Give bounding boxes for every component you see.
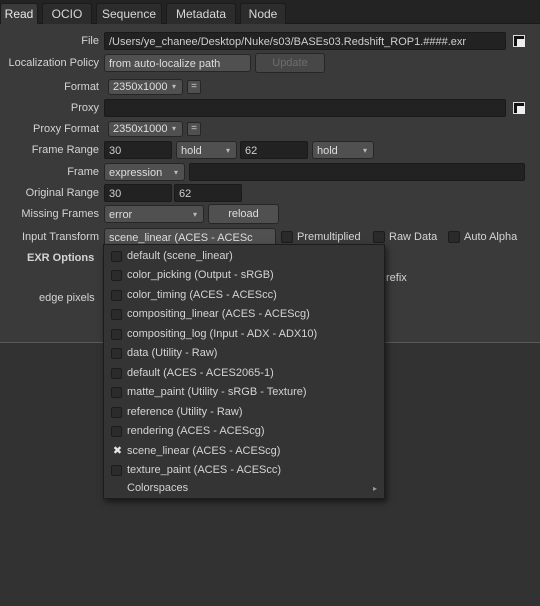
colorspace-menu-item-label: compositing_log (Input - ADX - ADX10) bbox=[127, 327, 318, 340]
file-path-field[interactable]: /Users/ye_chanee/Desktop/Nuke/s03/BASEs0… bbox=[104, 32, 506, 50]
colorspace-menu-item-label: default (ACES - ACES2065-1) bbox=[127, 366, 274, 379]
original-start-field[interactable]: 30 bbox=[104, 184, 172, 202]
localization-policy-value: from auto-localize path bbox=[109, 58, 221, 70]
menu-item-checkbox bbox=[111, 251, 122, 262]
menu-item-checkbox bbox=[111, 464, 122, 476]
original-end-field[interactable]: 62 bbox=[174, 184, 242, 202]
frame-start-mode-dropdown[interactable]: hold ▾ bbox=[176, 141, 237, 159]
update-button[interactable]: Update bbox=[255, 53, 325, 73]
chevron-down-icon: ▾ bbox=[192, 210, 197, 219]
frame-mode-value: expression bbox=[109, 167, 163, 179]
colorspace-menu-item-label: color_picking (Output - sRGB) bbox=[127, 269, 274, 282]
chevron-right-icon: ▸ bbox=[372, 484, 377, 493]
colorspace-menu-item[interactable]: matte_paint (Utility - sRGB - Texture) bbox=[104, 383, 384, 402]
frame-mode-dropdown[interactable]: expression ▾ bbox=[104, 163, 185, 181]
menu-item-checkbox bbox=[111, 289, 122, 301]
menu-item-checkbox bbox=[111, 426, 122, 438]
chevron-down-icon: ▾ bbox=[171, 124, 176, 133]
tab-node[interactable]: Node bbox=[240, 3, 286, 24]
colorspace-menu-item[interactable]: rendering (ACES - ACEScg) bbox=[104, 422, 384, 441]
format-edit-button[interactable]: = bbox=[187, 80, 201, 94]
colorspace-menu-item-label: color_timing (ACES - ACEScc) bbox=[127, 288, 277, 301]
missing-frames-value: error bbox=[109, 209, 133, 221]
exr-options-heading: EXR Options bbox=[27, 252, 95, 264]
auto-alpha-checkbox[interactable] bbox=[448, 231, 460, 243]
missing-frames-dropdown[interactable]: error ▾ bbox=[104, 205, 204, 223]
proxy-format-dropdown[interactable]: 2350x1000 ▾ bbox=[108, 121, 183, 137]
menu-item-checkbox bbox=[111, 387, 122, 399]
prefix-label: refix bbox=[386, 272, 407, 284]
frame-expression-field[interactable] bbox=[189, 163, 525, 181]
chevron-down-icon: ▾ bbox=[362, 146, 367, 155]
colorspace-menu-item[interactable]: compositing_linear (ACES - ACEScg) bbox=[104, 305, 384, 324]
colorspace-menu-item-label: matte_paint (Utility - sRGB - Texture) bbox=[127, 386, 307, 399]
colorspace-menu-item-label: default (scene_linear) bbox=[127, 250, 233, 262]
frame-start-field[interactable]: 30 bbox=[104, 141, 172, 159]
colorspace-menu-item[interactable]: ✖ scene_linear (ACES - ACEScg) bbox=[104, 442, 384, 461]
format-label: Format bbox=[64, 81, 99, 93]
colorspace-menu-item[interactable]: texture_paint (ACES - ACEScc) bbox=[104, 461, 384, 480]
tab-read[interactable]: Read bbox=[0, 3, 38, 24]
input-transform-value: scene_linear (ACES - ACESc bbox=[109, 232, 253, 244]
colorspace-menu-item[interactable]: compositing_log (Input - ADX - ADX10) bbox=[104, 325, 384, 344]
frame-end-mode-dropdown[interactable]: hold ▾ bbox=[312, 141, 374, 159]
frame-start-mode-value: hold bbox=[181, 145, 202, 157]
colorspace-menu-item-label: texture_paint (ACES - ACEScc) bbox=[127, 463, 282, 476]
missing-frames-label: Missing Frames bbox=[21, 208, 99, 220]
input-transform-label: Input Transform bbox=[21, 231, 99, 243]
frame-label: Frame bbox=[67, 166, 99, 178]
original-range-label: Original Range bbox=[25, 187, 99, 199]
tab-ocio[interactable]: OCIO bbox=[42, 3, 92, 24]
colorspace-menu-item-label: reference (Utility - Raw) bbox=[127, 405, 243, 418]
tab-bar: Read OCIO Sequence Metadata Node bbox=[0, 0, 540, 24]
tab-metadata[interactable]: Metadata bbox=[166, 3, 236, 24]
frame-range-label: Frame Range bbox=[31, 144, 99, 156]
menu-item-checkbox bbox=[111, 309, 122, 321]
colorspace-menu-item-label: scene_linear (ACES - ACEScg) bbox=[127, 444, 281, 457]
checkmark-icon: ✖ bbox=[112, 444, 123, 457]
colorspaces-label: Colorspaces bbox=[127, 482, 189, 494]
proxy-format-label: Proxy Format bbox=[32, 123, 99, 135]
localization-policy-label: Localization Policy bbox=[8, 57, 100, 69]
proxy-format-edit-button[interactable]: = bbox=[187, 122, 201, 136]
colorspace-menu-item[interactable]: reference (Utility - Raw) bbox=[104, 403, 384, 422]
colorspace-menu-item[interactable]: color_picking (Output - sRGB) bbox=[104, 266, 384, 285]
raw-data-label: Raw Data bbox=[389, 231, 438, 243]
format-dropdown[interactable]: 2350x1000 ▾ bbox=[108, 79, 183, 95]
menu-item-checkbox bbox=[111, 348, 122, 360]
menu-item-checkbox bbox=[111, 367, 122, 379]
colorspace-menu-item-label: data (Utility - Raw) bbox=[127, 347, 218, 360]
proxy-label: Proxy bbox=[70, 102, 99, 114]
menu-item-checkbox bbox=[111, 406, 122, 418]
menu-item-checkbox bbox=[111, 270, 122, 282]
folder-icon[interactable] bbox=[513, 35, 525, 47]
menu-item-checkbox bbox=[111, 328, 122, 340]
frame-end-mode-value: hold bbox=[317, 145, 338, 157]
colorspace-menu-item[interactable]: data (Utility - Raw) bbox=[104, 344, 384, 363]
colorspace-menu-item[interactable]: default (ACES - ACES2065-1) bbox=[104, 364, 384, 383]
frame-end-field[interactable]: 62 bbox=[240, 141, 308, 159]
proxy-path-field[interactable] bbox=[104, 99, 506, 117]
colorspace-menu-item-label: compositing_linear (ACES - ACEScg) bbox=[127, 308, 310, 321]
file-label: File bbox=[81, 35, 99, 47]
colorspaces-submenu-item[interactable]: Colorspaces ▸ bbox=[104, 479, 384, 498]
reload-button[interactable]: reload bbox=[208, 204, 279, 224]
colorspace-menu-item[interactable]: default (scene_linear) bbox=[104, 247, 384, 266]
tab-sequence[interactable]: Sequence bbox=[96, 3, 162, 24]
input-transform-menu: default (scene_linear) color_picking (Out… bbox=[103, 244, 385, 499]
premultiplied-checkbox[interactable] bbox=[281, 231, 293, 243]
edge-pixels-label: edge pixels bbox=[39, 292, 95, 304]
auto-alpha-label: Auto Alpha bbox=[464, 231, 518, 243]
raw-data-checkbox[interactable] bbox=[373, 231, 385, 243]
chevron-down-icon: ▾ bbox=[173, 168, 178, 177]
chevron-down-icon: ▾ bbox=[171, 82, 176, 91]
colorspace-menu-item-label: rendering (ACES - ACEScg) bbox=[127, 425, 265, 438]
chevron-down-icon: ▾ bbox=[225, 146, 230, 155]
format-value: 2350x1000 bbox=[113, 81, 168, 93]
localization-policy-dropdown[interactable]: from auto-localize path bbox=[104, 54, 251, 72]
colorspace-menu-item[interactable]: color_timing (ACES - ACEScc) bbox=[104, 286, 384, 305]
folder-icon[interactable] bbox=[513, 102, 525, 114]
proxy-format-value: 2350x1000 bbox=[113, 123, 168, 135]
